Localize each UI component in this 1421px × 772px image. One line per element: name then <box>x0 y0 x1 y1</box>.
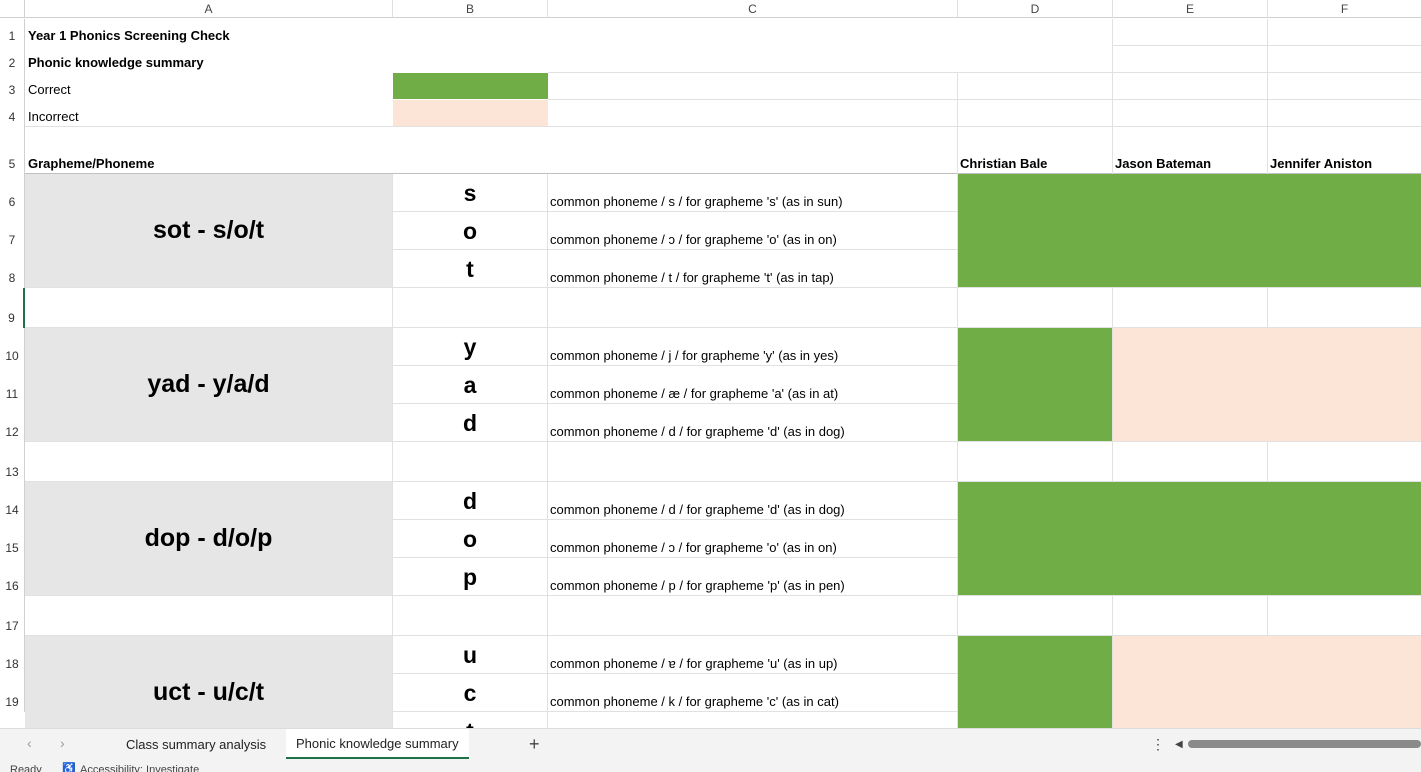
row-header[interactable]: 8 <box>0 250 25 288</box>
phoneme-description: common phoneme / t / for grapheme 't' (a… <box>550 270 834 285</box>
phoneme-description: common phoneme / d / for grapheme 'd' (a… <box>550 424 845 439</box>
grapheme-letter: t <box>466 256 474 282</box>
column-header-b[interactable]: B <box>393 0 548 18</box>
gridline <box>25 441 1421 442</box>
gridline <box>393 557 958 558</box>
phoneme-description: common phoneme / ɐ / for grapheme 'u' (a… <box>550 656 838 671</box>
gridline <box>393 403 958 404</box>
legend-incorrect-swatch <box>393 100 548 126</box>
column-header-f[interactable]: F <box>1268 0 1421 18</box>
row-header[interactable]: 17 <box>0 596 25 636</box>
row-header[interactable]: 16 <box>0 558 25 596</box>
grapheme-letter: p <box>462 564 478 590</box>
student-name: Christian Bale <box>960 156 1048 171</box>
result-incorrect-block <box>1113 328 1421 441</box>
grapheme-letter: a <box>463 372 477 398</box>
row-header[interactable]: 12 <box>0 404 25 442</box>
gridline <box>25 287 1421 288</box>
sheet-title: Year 1 Phonics Screening Check <box>28 28 230 43</box>
row-header[interactable]: 5 <box>0 127 25 174</box>
phoneme-description: common phoneme / k / for grapheme 'c' (a… <box>550 694 839 709</box>
phoneme-description: common phoneme / p / for grapheme 'p' (a… <box>550 578 845 593</box>
sheet-tab-phonic-knowledge[interactable]: Phonic knowledge summary <box>286 729 469 759</box>
column-header-a[interactable]: A <box>25 0 393 18</box>
horizontal-scrollbar[interactable] <box>1188 740 1421 748</box>
grapheme-letter: y <box>463 334 477 360</box>
grapheme-letter: d <box>462 488 478 514</box>
row-header[interactable]: 10 <box>0 328 25 366</box>
accessibility-status[interactable]: Accessibility: Investigate <box>80 764 199 772</box>
chevron-right-icon[interactable]: › <box>60 735 65 751</box>
gridline <box>393 673 958 674</box>
result-correct-block <box>958 328 1112 441</box>
column-header-e[interactable]: E <box>1113 0 1268 18</box>
word-label: uct - u/c/t <box>152 678 265 706</box>
row-header[interactable]: 11 <box>0 366 25 404</box>
chevron-left-icon[interactable]: ‹ <box>27 735 32 751</box>
grapheme-letter: u <box>462 642 478 668</box>
word-label: yad - y/a/d <box>147 370 270 398</box>
phoneme-description: common phoneme / d / for grapheme 'd' (a… <box>550 502 845 517</box>
row-header[interactable]: 6 <box>0 174 25 212</box>
gridline <box>393 211 958 212</box>
row-header[interactable]: 15 <box>0 520 25 558</box>
add-sheet-icon[interactable]: + <box>529 729 540 759</box>
phoneme-description: common phoneme / ɔ / for grapheme 'o' (a… <box>550 232 837 247</box>
gridline <box>548 72 1421 73</box>
gridline <box>547 174 548 728</box>
gridline <box>548 99 1421 100</box>
phoneme-description: common phoneme / æ / for grapheme 'a' (a… <box>550 386 839 401</box>
gridline <box>393 249 958 250</box>
row-header[interactable]: 18 <box>0 636 25 674</box>
row-header[interactable]: 1 <box>0 19 25 46</box>
result-correct-block <box>958 636 1112 728</box>
student-name: Jennifer Aniston <box>1270 156 1373 171</box>
gridline <box>25 595 1421 596</box>
legend-incorrect-label: Incorrect <box>28 109 79 124</box>
grapheme-letter: o <box>462 526 478 552</box>
legend-correct-swatch <box>393 73 548 99</box>
row-header[interactable]: 2 <box>0 46 25 73</box>
gridline <box>25 126 1421 127</box>
grapheme-letter: t <box>393 718 547 728</box>
row-header[interactable]: 3 <box>0 73 25 100</box>
status-bar: Ready ♿ Accessibility: Investigate <box>0 760 1421 772</box>
word-label: dop - d/o/p <box>144 524 273 552</box>
accessibility-icon: ♿ <box>62 763 76 772</box>
result-incorrect-block <box>1113 636 1421 728</box>
word-label: sot - s/o/t <box>152 216 265 244</box>
column-header-d[interactable]: D <box>958 0 1113 18</box>
sheet-subtitle: Phonic knowledge summary <box>28 55 204 70</box>
gridline <box>393 519 958 520</box>
phoneme-description: common phoneme / s / for grapheme 's' (a… <box>550 194 843 209</box>
row-header-selected[interactable]: 9 <box>0 288 25 328</box>
more-options-icon[interactable]: ⋮ <box>1151 729 1165 759</box>
result-correct-block <box>958 174 1421 287</box>
scroll-left-icon[interactable]: ◀ <box>1175 729 1183 759</box>
grapheme-letter: s <box>463 180 477 206</box>
status-ready: Ready <box>10 764 42 772</box>
gridline <box>393 711 958 712</box>
sheet-tab-bar: ‹ › Class summary analysis Phonic knowle… <box>0 728 1421 760</box>
grapheme-letter: d <box>462 410 478 436</box>
column-header-c[interactable]: C <box>548 0 958 18</box>
row-header[interactable]: 19 <box>0 674 25 712</box>
phoneme-description: common phoneme / j / for grapheme 'y' (a… <box>550 348 839 363</box>
gridline <box>393 365 958 366</box>
grapheme-letter: o <box>462 218 478 244</box>
row-header[interactable]: 14 <box>0 482 25 520</box>
row-header[interactable]: 13 <box>0 442 25 482</box>
legend-correct-label: Correct <box>28 82 71 97</box>
result-correct-block <box>958 482 1421 595</box>
phoneme-description: common phoneme / ɔ / for grapheme 'o' (a… <box>550 540 837 555</box>
row-header[interactable]: 7 <box>0 212 25 250</box>
student-name: Jason Bateman <box>1115 156 1212 171</box>
sheet-tab-class-summary[interactable]: Class summary analysis <box>126 729 266 759</box>
row-header[interactable]: 4 <box>0 100 25 127</box>
grapheme-phoneme-header: Grapheme/Phoneme <box>28 156 155 171</box>
spreadsheet-grid[interactable]: A B C D E F 1 2 3 4 5 6 7 8 9 10 11 12 1… <box>0 0 1421 728</box>
grapheme-letter: c <box>463 680 477 706</box>
select-all-corner[interactable] <box>0 0 25 18</box>
